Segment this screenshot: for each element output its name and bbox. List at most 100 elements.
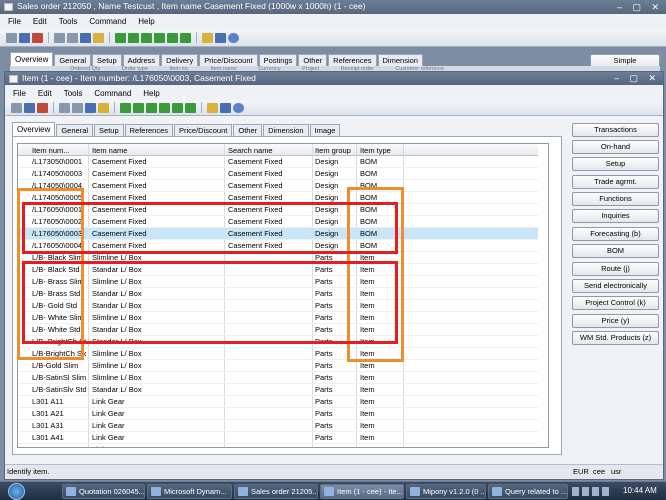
cell-group[interactable]: Parts [315,396,355,408]
cell-group[interactable]: Design [315,168,355,180]
taskbar-item-query[interactable]: Query related to ... [488,484,568,499]
header-search-name[interactable]: Search name [228,146,273,155]
outer-tab-dimension[interactable]: Dimension [377,54,423,66]
cell-name[interactable]: Link Gear [92,396,222,408]
outer-tab-references[interactable]: References [328,54,377,66]
table-row[interactable]: /L173050\0001 Casement Fixed Casement Fixe… [18,156,538,168]
table-row[interactable]: L/B-SatinSlv Std Standar L/ Box Parts Item [18,384,538,396]
cell-num[interactable]: L/B-Gold Slim [32,360,86,372]
header-item-group[interactable]: Item group [315,146,351,155]
cell-type[interactable]: BOM [360,168,402,180]
table-row[interactable]: /L174050\0004 Casement Fixed Casement Fixe… [18,180,538,192]
outer-tab-general[interactable]: General [54,54,92,66]
item-tab-dimension[interactable]: Dimension [263,124,309,136]
cell-num[interactable]: L301 A31 [32,420,86,432]
table-row[interactable]: L301 A51 Link Gear Parts Item [18,444,538,447]
outer-tab-address[interactable]: Address [122,54,161,66]
delete-icon[interactable] [37,102,48,113]
print-icon[interactable] [54,32,65,43]
prev-page-icon[interactable] [133,102,144,113]
cell-type[interactable]: Item [360,372,402,384]
first-record-icon[interactable] [115,32,126,43]
item-tab-references[interactable]: References [124,124,173,136]
wm-std-products-button[interactable]: WM Std. Products (z) [572,331,659,345]
print-icon[interactable] [59,102,70,113]
cell-group[interactable]: Parts [315,384,355,396]
menu-tools[interactable]: Tools [59,17,78,26]
filter-icon[interactable] [93,32,104,43]
item-tab-overview[interactable]: Overview [12,122,56,136]
cell-search[interactable]: Casement Fixed [228,156,310,168]
table-row[interactable]: L301 A31 Link Gear Parts Item [18,420,538,432]
cell-num[interactable]: L/B-SatinSl Slim [32,372,86,384]
table-row[interactable]: L/B-BrightCh Std Slimline L/ Box Parts Item [18,348,538,360]
item-tab-general[interactable]: General [56,124,94,136]
cell-type[interactable]: BOM [360,156,402,168]
header-item-name[interactable]: Item name [92,146,127,155]
start-button[interactable] [8,483,25,500]
price-button[interactable]: Price (y) [572,314,659,328]
cell-type[interactable]: Item [360,408,402,420]
cell-num[interactable]: /L173050\0001 [32,156,86,168]
cell-group[interactable]: Parts [315,408,355,420]
attach-icon[interactable] [220,102,231,113]
next-record-icon[interactable] [154,32,165,43]
outer-tab-other[interactable]: Other [298,54,328,66]
send-electronically-button[interactable]: Send electronically [572,279,659,293]
item-tab-setup[interactable]: Setup [94,124,124,136]
outer-tab-price-discount[interactable]: Price/Discount [199,54,258,66]
taskbar-item-dynamics[interactable]: Microsoft Dynam... [147,484,232,499]
trade-agreement-button[interactable]: Trade agrmt. [572,175,659,189]
preview-icon[interactable] [67,32,78,43]
find-icon[interactable] [80,32,91,43]
item-tab-image[interactable]: Image [309,124,341,136]
save-icon[interactable] [19,32,30,43]
cell-name[interactable]: Casement Fixed [92,156,222,168]
filter-icon[interactable] [98,102,109,113]
last-record-icon[interactable] [180,32,191,43]
cell-search[interactable]: Casement Fixed [228,180,310,192]
cell-search[interactable]: Casement Fixed [228,168,310,180]
outer-tab-overview[interactable]: Overview [10,52,54,66]
clock[interactable]: 10:44 AM [623,486,657,495]
item-tab-price-discount[interactable]: Price/Discount [174,124,233,136]
item-menu-tools[interactable]: Tools [64,89,83,98]
table-row[interactable]: L301 A11 Link Gear Parts Item [18,396,538,408]
delete-icon[interactable] [32,32,43,43]
item-menu-file[interactable]: File [13,89,26,98]
document-icon[interactable] [207,102,218,113]
first-record-icon[interactable] [120,102,131,113]
cell-name[interactable]: Link Gear [92,420,222,432]
document-icon[interactable] [202,32,213,43]
cell-num[interactable]: L/B-SatinSlv Std [32,384,86,396]
new-icon[interactable] [11,102,22,113]
cell-name[interactable]: Casement Fixed [92,180,222,192]
item-menu-command[interactable]: Command [94,89,131,98]
table-row[interactable]: L301 A21 Link Gear Parts Item [18,408,538,420]
cell-group[interactable]: Parts [315,420,355,432]
find-icon[interactable] [85,102,96,113]
attach-icon[interactable] [215,32,226,43]
next-page-icon[interactable] [172,102,183,113]
new-icon[interactable] [6,32,17,43]
taskbar-item-mipony[interactable]: Mipony v1.2.0 (0 ... [406,484,486,499]
route-button[interactable]: Route (j) [572,262,659,276]
last-record-icon[interactable] [185,102,196,113]
cell-num[interactable]: L301 A51 [32,444,86,447]
menu-help[interactable]: Help [138,17,154,26]
cell-group[interactable]: Parts [315,444,355,447]
cell-type[interactable]: Item [360,384,402,396]
prev-record-icon[interactable] [141,32,152,43]
outer-tab-postings[interactable]: Postings [258,54,298,66]
taskbar-item-item-window[interactable]: Item (1 - cee) - Ite... [320,484,404,499]
help-icon[interactable] [233,102,244,113]
item-menu-help[interactable]: Help [143,89,159,98]
forecasting-button[interactable]: Forecasting (b) [572,227,659,241]
tray-icons[interactable] [572,487,612,496]
outer-tab-delivery[interactable]: Delivery [161,54,199,66]
item-tab-other[interactable]: Other [233,124,263,136]
cell-group[interactable]: Parts [315,432,355,444]
bom-button[interactable]: BOM [572,244,659,258]
functions-button[interactable]: Functions [572,192,659,206]
project-control-button[interactable]: Project Control (k) [572,296,659,310]
